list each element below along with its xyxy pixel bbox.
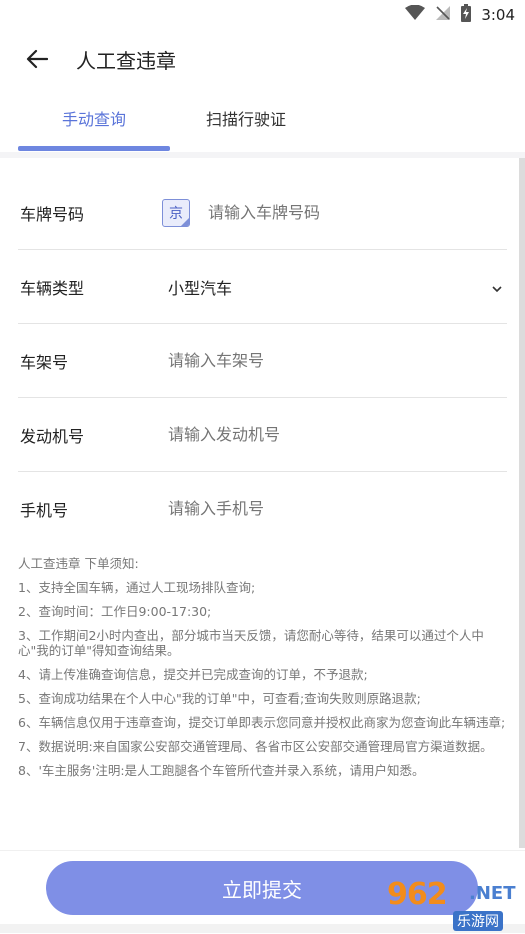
notes-item: 1、支持全国车辆，通过人工现场排队查询; — [18, 580, 256, 595]
phone-label: 手机号 — [20, 500, 69, 520]
app-bar: 人工查违章 — [0, 30, 525, 92]
engine-row: 发动机号 — [18, 398, 507, 472]
vehicle-type-label: 车辆类型 — [20, 278, 85, 298]
notes-item: 8、'车主服务'注明:是人工跑腿各个车管所代查并录入系统，请用户知悉。 — [18, 763, 425, 778]
wifi-icon — [405, 4, 426, 25]
notes-item: 4、请上传准确查询信息，提交并已完成查询的订单，不予退款; — [18, 667, 368, 682]
tab-manual-query[interactable]: 手动查询 — [62, 108, 126, 132]
watermark-net: .NET — [469, 883, 516, 904]
frame-row: 车架号 — [18, 324, 507, 398]
order-notes: 人工查违章 下单须知: 1、支持全国车辆，通过人工现场排队查询; 2、查询时间：… — [18, 556, 510, 787]
plate-input[interactable] — [208, 197, 507, 228]
notes-item: 5、查询成功结果在个人中心"我的订单"中，可查看;查询失败则原路退款; — [18, 691, 421, 706]
watermark-logo: 962 .NET 乐游网 — [387, 877, 519, 931]
notes-item: 3、工作期间2小时内查出，部分城市当天反馈，请您耐心等待，结果可以通过个人中心"… — [18, 628, 484, 658]
notes-item: 2、查询时间：工作日9:00-17:30; — [18, 604, 212, 619]
status-bar: 3:04 — [0, 0, 525, 30]
battery-charging-icon — [461, 4, 472, 26]
plate-label: 车牌号码 — [20, 204, 85, 224]
query-form: 车牌号码 京 车辆类型 小型汽车 车架号 发动机号 手机号 — [18, 176, 507, 545]
frame-input[interactable] — [168, 345, 507, 376]
vehicle-type-select[interactable]: 小型汽车 — [168, 275, 232, 299]
arrow-left-icon — [26, 49, 49, 73]
notes-item: 6、车辆信息仅用于违章查询，提交订单即表示您同意并授权此商家为您查询此车辆违章; — [18, 715, 506, 730]
notes-item: 7、数据说明:来自国家公安部交通管理局、各省市区公安部交通管理局官方渠道数据。 — [18, 739, 493, 754]
chevron-down-icon[interactable] — [491, 280, 503, 293]
plate-row: 车牌号码 京 — [18, 176, 507, 250]
plate-prefix-selector[interactable]: 京 — [162, 198, 190, 227]
tab-bar: 手动查询 扫描行驶证 — [0, 96, 525, 152]
page-title: 人工查违章 — [76, 49, 176, 73]
status-time: 3:04 — [481, 6, 515, 24]
vehicle-type-row[interactable]: 车辆类型 小型汽车 — [18, 250, 507, 324]
no-signal-icon — [435, 5, 451, 25]
engine-input[interactable] — [168, 419, 507, 450]
phone-row: 手机号 — [18, 472, 507, 545]
back-button[interactable] — [22, 48, 52, 74]
corner-mark-icon — [181, 217, 189, 226]
notes-heading: 人工查违章 下单须知: — [18, 556, 139, 571]
tab-scan-license[interactable]: 扫描行驶证 — [206, 108, 286, 132]
frame-label: 车架号 — [20, 352, 69, 372]
divider — [0, 152, 525, 158]
tab-indicator — [18, 146, 170, 151]
watermark-sub: 乐游网 — [453, 911, 503, 931]
engine-label: 发动机号 — [20, 426, 85, 446]
phone-input[interactable] — [168, 493, 507, 524]
watermark-main: 962 — [387, 877, 448, 912]
scrollbar[interactable] — [519, 158, 525, 848]
